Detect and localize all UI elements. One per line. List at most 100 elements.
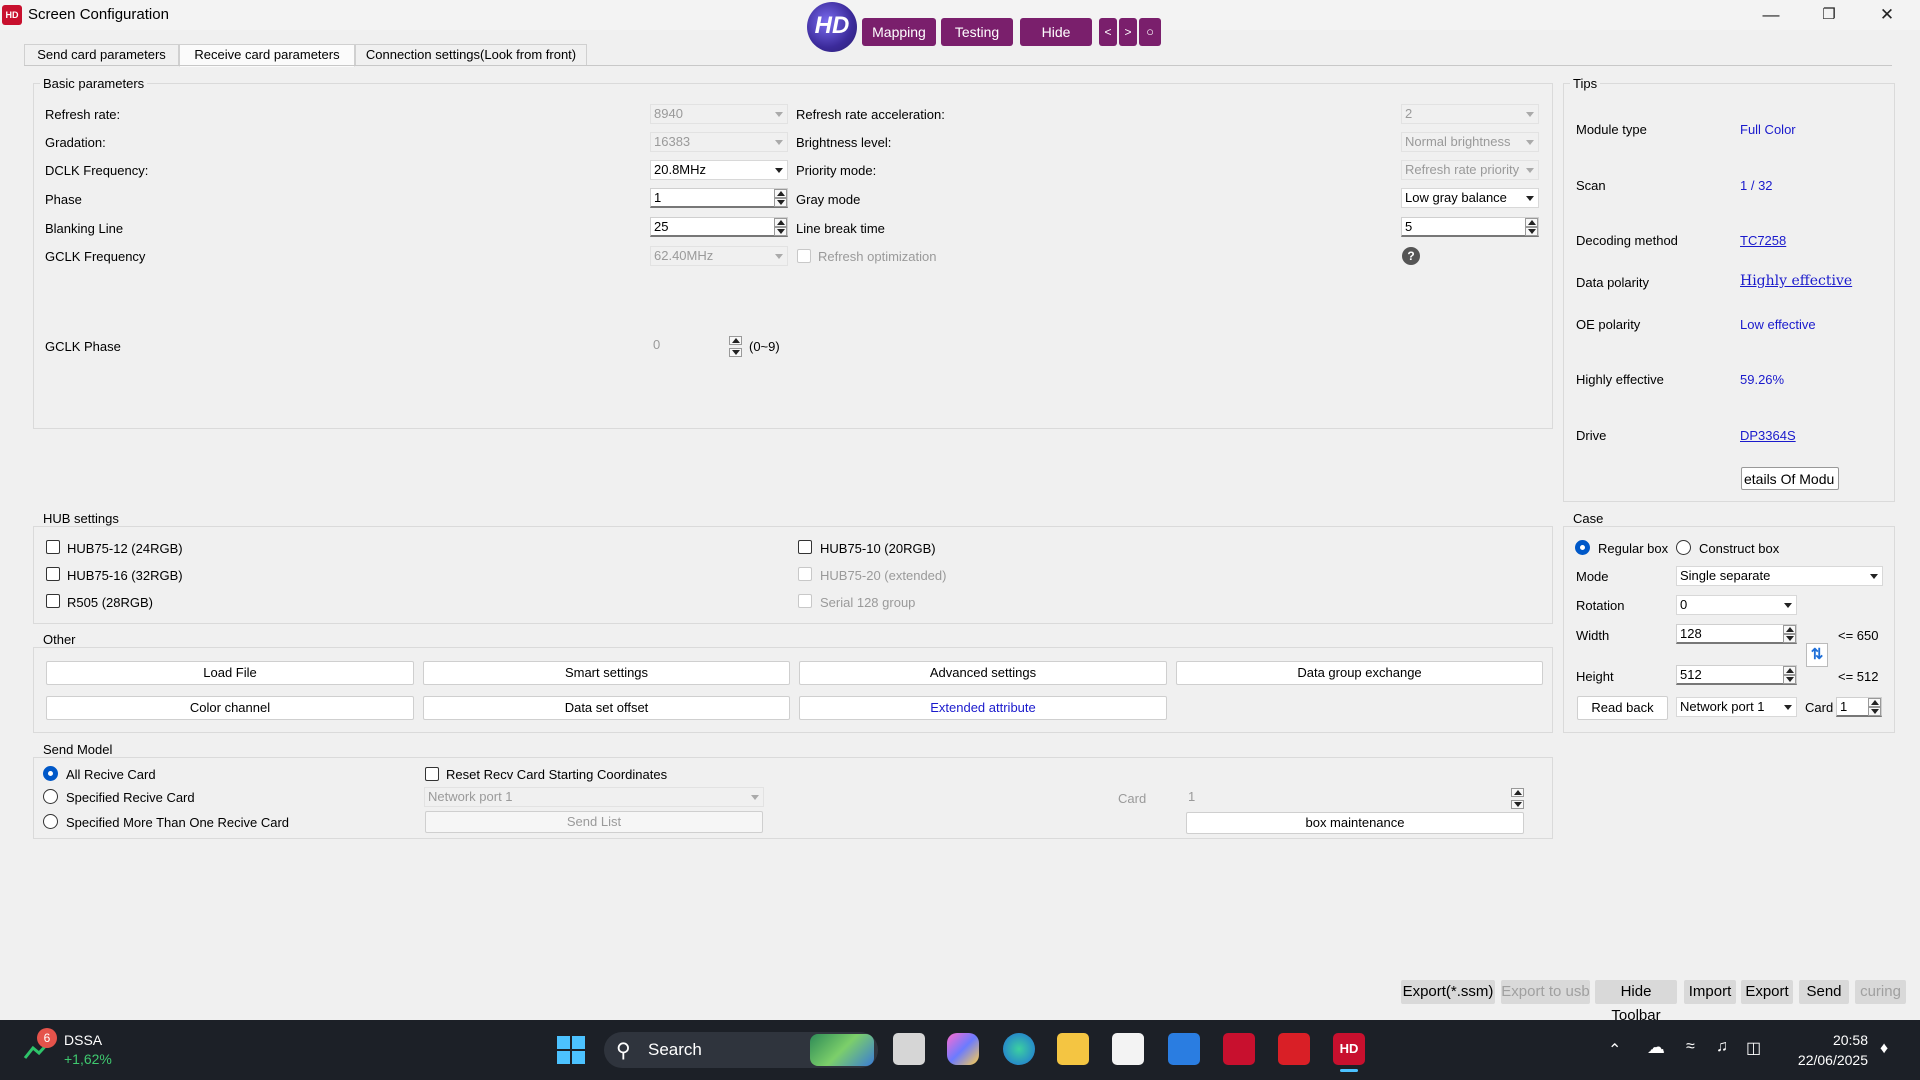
tab-connection-settings[interactable]: Connection settings(Look from front) [355, 44, 587, 66]
edge-icon[interactable] [1003, 1033, 1035, 1065]
hide-button[interactable]: Hide [1020, 18, 1092, 46]
data-group-exchange-button[interactable]: Data group exchange [1176, 661, 1543, 685]
send-card-spinbox[interactable]: 1 [1185, 788, 1524, 809]
microsoft-store-icon[interactable] [1112, 1033, 1144, 1065]
file-explorer-icon[interactable] [1057, 1033, 1089, 1065]
read-back-button[interactable]: Read back [1577, 696, 1668, 720]
gray-mode-select[interactable]: Low gray balance [1401, 188, 1539, 208]
swap-icon[interactable]: ⇅ [1806, 643, 1828, 667]
battery-icon[interactable]: ◫ [1746, 1038, 1761, 1058]
chevron-up-icon[interactable]: ⌃ [1608, 1040, 1621, 1060]
decoding-method-link[interactable]: TC7258 [1740, 233, 1786, 248]
drive-label: Drive [1576, 428, 1607, 443]
refresh-rate-select[interactable]: 8940 [650, 104, 788, 124]
advanced-settings-button[interactable]: Advanced settings [799, 661, 1167, 685]
height-spinbox[interactable]: 512 [1676, 665, 1797, 685]
gradation-select[interactable]: 16383 [650, 132, 788, 152]
hide-toolbar-button[interactable]: Hide Toolbar [1595, 980, 1677, 1024]
color-channel-button[interactable]: Color channel [46, 696, 414, 720]
serial-128-checkbox[interactable] [798, 594, 812, 608]
flash-app-icon[interactable] [1278, 1033, 1310, 1065]
draw-app-icon[interactable] [1168, 1033, 1200, 1065]
hub75-10-checkbox[interactable] [798, 540, 812, 554]
export-button[interactable]: Export [1741, 980, 1793, 1004]
testing-button[interactable]: Testing [941, 18, 1013, 46]
gray-mode-label: Gray mode [796, 192, 861, 207]
tab-receive-card[interactable]: Receive card parameters [179, 44, 355, 67]
all-receive-card-radio[interactable] [43, 766, 58, 781]
r505-label: R505 (28RGB) [67, 595, 153, 610]
task-view-icon[interactable] [893, 1033, 925, 1065]
box-maintenance-button[interactable]: box maintenance [1186, 812, 1524, 834]
specified-receive-card-radio[interactable] [43, 789, 58, 804]
curing-button[interactable]: curing [1855, 980, 1906, 1004]
mapping-button[interactable]: Mapping [862, 18, 936, 46]
send-network-port-select[interactable]: Network port 1 [424, 787, 764, 807]
hub75-16-checkbox[interactable] [46, 567, 60, 581]
hd-app-icon[interactable]: HD [1333, 1033, 1365, 1065]
windows-start-icon[interactable] [556, 1035, 586, 1065]
width-spinbox[interactable]: 128 [1676, 624, 1797, 644]
data-set-offset-button[interactable]: Data set offset [423, 696, 790, 720]
construct-box-radio[interactable] [1676, 540, 1691, 555]
clock-time[interactable]: 20:58 [1832, 1032, 1868, 1048]
send-list-button[interactable]: Send List [425, 811, 763, 833]
cloud-icon[interactable]: ☁ [1647, 1037, 1665, 1058]
import-button[interactable]: Import [1684, 980, 1736, 1004]
phase-spinbox[interactable]: 1 [650, 188, 788, 208]
refresh-rate-label: Refresh rate: [45, 107, 121, 122]
export-usb-button[interactable]: Export to usb [1501, 980, 1590, 1004]
stock-name: DSSA [64, 1032, 103, 1048]
blanking-line-spinbox[interactable]: 25 [650, 217, 788, 237]
line-break-time-spinbox[interactable]: 5 [1401, 217, 1539, 237]
hub75-12-checkbox[interactable] [46, 540, 60, 554]
export-ssm-button[interactable]: Export(*.ssm) [1401, 980, 1495, 1004]
stock-badge: 6 [37, 1028, 57, 1048]
reset-coordinates-checkbox[interactable] [425, 767, 439, 781]
priority-mode-select[interactable]: Refresh rate priority [1401, 160, 1539, 180]
prev-button[interactable]: < [1099, 18, 1117, 46]
help-icon[interactable]: ? [1402, 247, 1420, 265]
rotation-select[interactable]: 0 [1676, 595, 1797, 615]
close-button[interactable]: ✕ [1864, 2, 1910, 28]
basic-parameters-title: Basic parameters [40, 76, 148, 91]
module-details-button[interactable]: etails Of Modu [1741, 467, 1839, 490]
other-title: Other [40, 632, 79, 647]
copilot-icon[interactable] [947, 1033, 979, 1065]
gclk-phase-range: (0~9) [749, 339, 780, 354]
regular-box-radio[interactable] [1575, 540, 1590, 555]
drive-link[interactable]: DP3364S [1740, 428, 1796, 443]
mode-select[interactable]: Single separate [1676, 566, 1883, 586]
volume-icon[interactable]: ♫ [1716, 1038, 1728, 1056]
refresh-button[interactable]: ○ [1139, 18, 1161, 46]
brightness-level-select[interactable]: Normal brightness [1401, 132, 1539, 152]
decoding-method-label: Decoding method [1576, 233, 1678, 248]
restore-button[interactable]: ❐ [1806, 2, 1852, 28]
wifi-icon[interactable]: ≈ [1686, 1038, 1695, 1056]
rotation-label: Rotation [1576, 598, 1625, 613]
next-button[interactable]: > [1119, 18, 1137, 46]
hub-settings-group [33, 526, 1553, 624]
r505-checkbox[interactable] [46, 594, 60, 608]
data-polarity-link[interactable]: Highly effective [1740, 273, 1852, 289]
multiple-receive-card-radio[interactable] [43, 814, 58, 829]
gclk-phase-spinbox[interactable]: 0 [650, 336, 742, 357]
clock-date[interactable]: 22/06/2025 [1787, 1052, 1868, 1068]
case-network-port-select[interactable]: Network port 1 [1676, 697, 1797, 717]
mcafee-icon[interactable] [1223, 1033, 1255, 1065]
minimize-button[interactable]: — [1748, 2, 1794, 28]
refresh-acceleration-select[interactable]: 2 [1401, 104, 1539, 124]
line-break-time-label: Line break time [796, 221, 885, 236]
refresh-optimization-checkbox[interactable] [797, 249, 811, 263]
case-card-spinbox[interactable]: 1 [1836, 697, 1882, 717]
hub75-20-checkbox[interactable] [798, 567, 812, 581]
hub75-12-label: HUB75-12 (24RGB) [67, 541, 183, 556]
gclk-frequency-select[interactable]: 62.40MHz [650, 246, 788, 266]
send-button[interactable]: Send [1799, 980, 1849, 1004]
load-file-button[interactable]: Load File [46, 661, 414, 685]
notification-bell-icon[interactable]: ♦ [1880, 1040, 1888, 1058]
smart-settings-button[interactable]: Smart settings [423, 661, 790, 685]
extended-attribute-button[interactable]: Extended attribute [799, 696, 1167, 720]
tab-send-card[interactable]: Send card parameters [24, 44, 179, 66]
dclk-select[interactable]: 20.8MHz [650, 160, 788, 180]
